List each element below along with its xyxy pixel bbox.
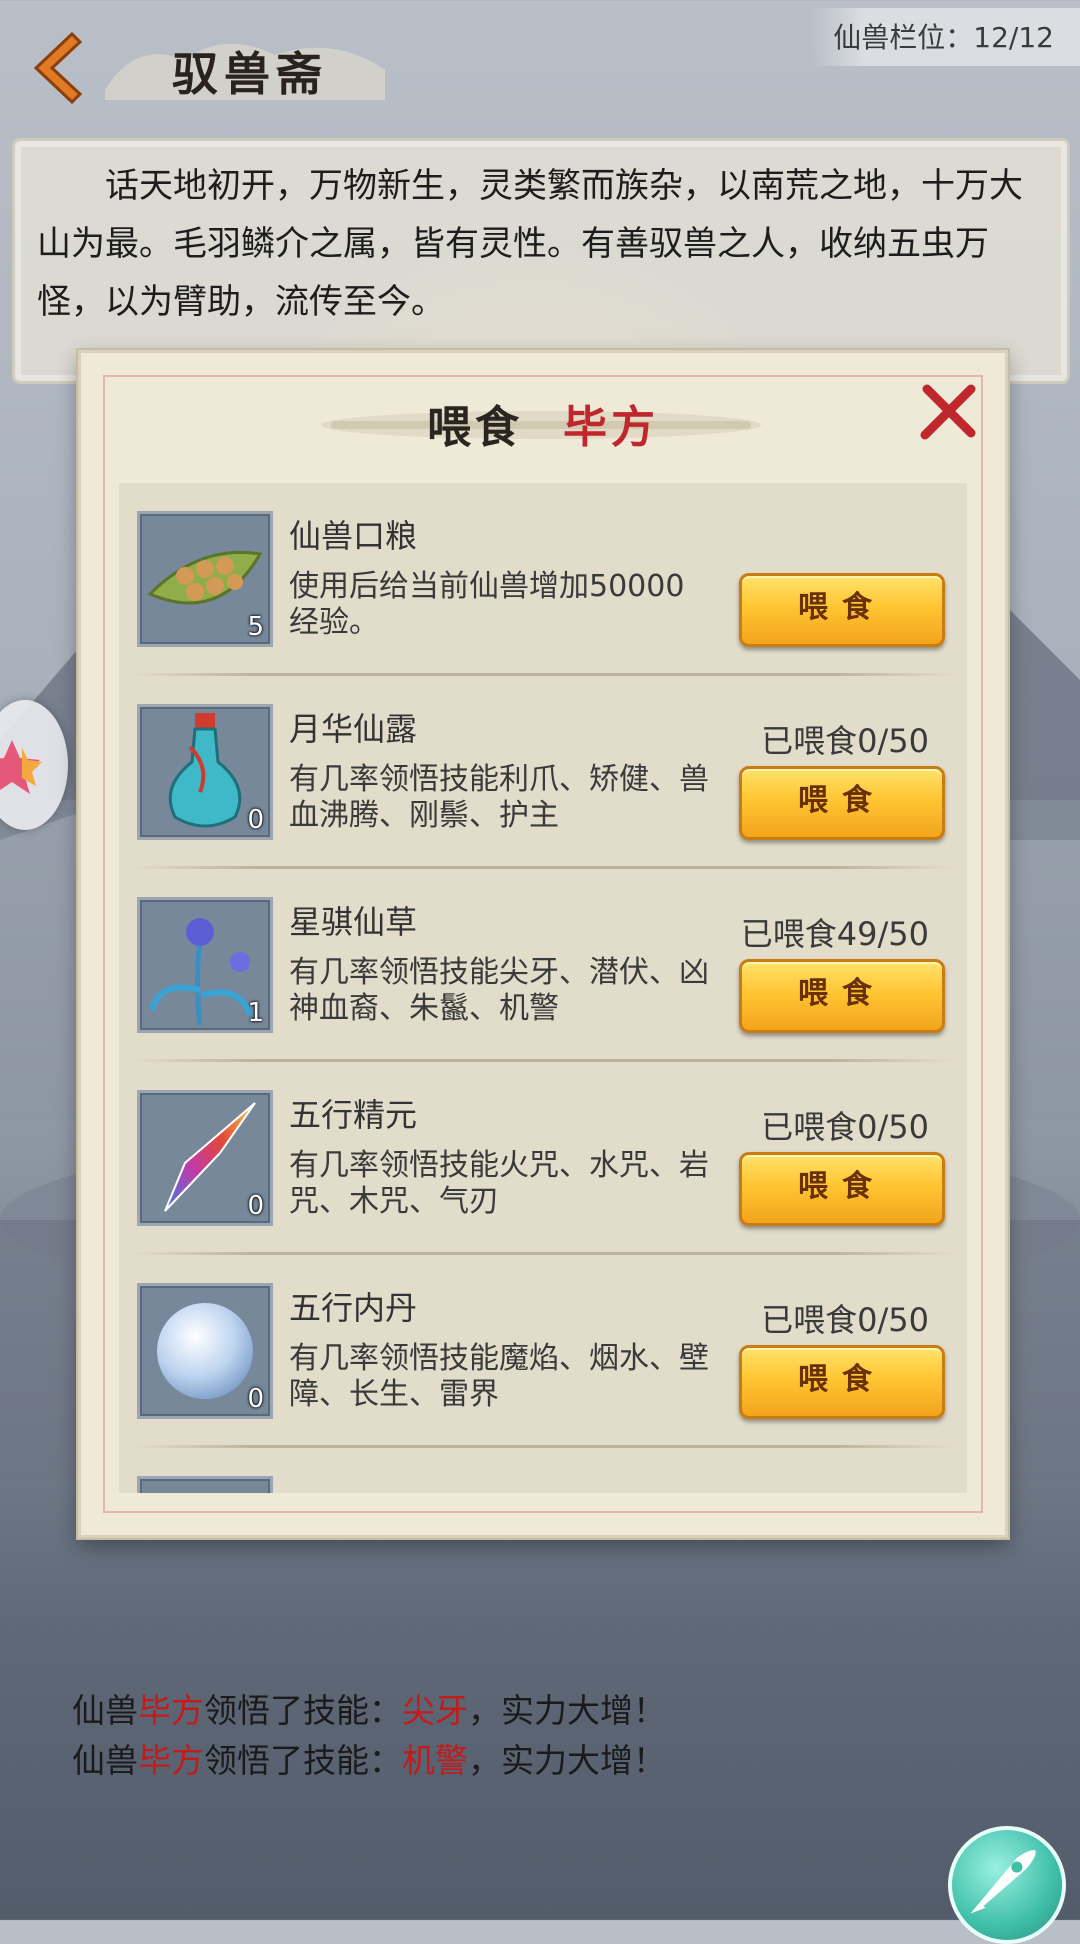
item-name: 星骐仙草 xyxy=(289,903,418,941)
item-description: 使用后给当前仙兽增加50000经验。 xyxy=(289,569,685,640)
log-suffix: ，实力大增！ xyxy=(468,1741,666,1780)
fed-progress: 已喂食49/50 xyxy=(740,915,929,953)
back-button[interactable] xyxy=(22,28,92,108)
page-title: 驭兽斋 xyxy=(172,47,328,101)
log-line: 仙兽毕方领悟了技能：尖牙，实力大增！ xyxy=(72,1686,666,1736)
rocket-button[interactable] xyxy=(948,1826,1066,1944)
fed-progress: 已喂食0/50 xyxy=(761,1108,929,1146)
feed-item-row: 0 月华仙露 有几率领悟技能利爪、矫健、兽血沸腾、刚鬃、护主 已喂食0/50 喂… xyxy=(119,676,967,869)
item-description: 有几率领悟技能尖牙、潜伏、凶神血裔、朱鬣、机警 xyxy=(289,955,709,1026)
star-icon xyxy=(0,740,42,794)
item-icon-box: 0 xyxy=(137,1090,273,1226)
log-skill: 尖牙 xyxy=(402,1691,468,1730)
item-count: 0 xyxy=(247,1384,264,1414)
item-description: 有几率领悟技能魔焰、烟水、壁障、长生、雷界 xyxy=(289,1341,709,1412)
fed-progress: 已喂食0/50 xyxy=(761,722,929,760)
log-suffix: ，实力大增！ xyxy=(468,1691,666,1730)
log-prefix: 仙兽 xyxy=(72,1741,138,1780)
feed-item-row-partial xyxy=(119,1448,967,1493)
feed-dialog: 喂食 毕方 5 仙兽口粮 使用后给当前仙兽增加50000经验。 喂食 0 月华仙… xyxy=(78,350,1008,1538)
feed-item-row: 5 仙兽口粮 使用后给当前仙兽增加50000经验。 喂食 xyxy=(119,483,967,676)
intro-panel: 话天地初开，万物新生，灵类繁而族杂，以南荒之地，十万大山为最。毛羽鳞介之属，皆有… xyxy=(12,138,1070,384)
dialog-title: 喂食 毕方 xyxy=(81,391,1005,455)
dialog-title-pet: 毕方 xyxy=(563,402,659,453)
item-description: 有几率领悟技能利爪、矫健、兽血沸腾、刚鬃、护主 xyxy=(289,762,709,833)
log-prefix: 仙兽 xyxy=(72,1691,138,1730)
feed-button[interactable]: 喂食 xyxy=(739,1152,945,1226)
item-count: 1 xyxy=(247,998,264,1028)
pet-slots-label: 仙兽栏位：12/12 xyxy=(833,21,1054,54)
intro-text: 话天地初开，万物新生，灵类繁而族杂，以南荒之地，十万大山为最。毛羽鳞介之属，皆有… xyxy=(37,166,1023,322)
log-pet-name: 毕方 xyxy=(138,1741,204,1780)
close-icon[interactable] xyxy=(919,383,977,441)
item-count: 0 xyxy=(247,805,264,835)
item-icon-box: 1 xyxy=(137,897,273,1033)
item-count: 0 xyxy=(247,1191,264,1221)
rocket-icon xyxy=(970,1850,1036,1914)
log-skill: 机警 xyxy=(402,1741,468,1780)
feed-item-row: 0 五行内丹 有几率领悟技能魔焰、烟水、壁障、长生、雷界 已喂食0/50 喂食 xyxy=(119,1255,967,1448)
event-log: 仙兽毕方领悟了技能：尖牙，实力大增！ 仙兽毕方领悟了技能：机警，实力大增！ xyxy=(72,1686,666,1786)
item-description: 有几率领悟技能火咒、水咒、岩咒、木咒、气刃 xyxy=(289,1148,709,1219)
item-icon-box: 5 xyxy=(137,511,273,647)
feed-button[interactable]: 喂食 xyxy=(739,573,945,647)
log-mid: 领悟了技能： xyxy=(204,1741,402,1780)
feed-item-row: 0 五行精元 有几率领悟技能火咒、水咒、岩咒、木咒、气刃 已喂食0/50 喂食 xyxy=(119,1062,967,1255)
feed-item-list[interactable]: 5 仙兽口粮 使用后给当前仙兽增加50000经验。 喂食 0 月华仙露 有几率领… xyxy=(119,483,967,1493)
log-pet-name: 毕方 xyxy=(138,1691,204,1730)
dialog-title-action: 喂食 xyxy=(427,402,523,453)
item-name: 五行内丹 xyxy=(289,1289,418,1327)
feed-button[interactable]: 喂食 xyxy=(739,766,945,840)
item-icon-box: 0 xyxy=(137,704,273,840)
item-name: 五行精元 xyxy=(289,1096,418,1134)
item-name: 仙兽口粮 xyxy=(289,517,418,555)
item-icon-box xyxy=(137,1476,273,1493)
feed-button[interactable]: 喂食 xyxy=(739,1345,945,1419)
item-count: 5 xyxy=(247,612,264,642)
item-icon-box: 0 xyxy=(137,1283,273,1419)
feed-button[interactable]: 喂食 xyxy=(739,959,945,1033)
feed-item-row: 1 星骐仙草 有几率领悟技能尖牙、潜伏、凶神血裔、朱鬣、机警 已喂食49/50 … xyxy=(119,869,967,1062)
fed-progress: 已喂食0/50 xyxy=(761,1301,929,1339)
log-line: 仙兽毕方领悟了技能：机警，实力大增！ xyxy=(72,1736,666,1786)
side-menu-button[interactable] xyxy=(0,700,68,830)
item-name: 月华仙露 xyxy=(289,710,418,748)
log-mid: 领悟了技能： xyxy=(204,1691,402,1730)
